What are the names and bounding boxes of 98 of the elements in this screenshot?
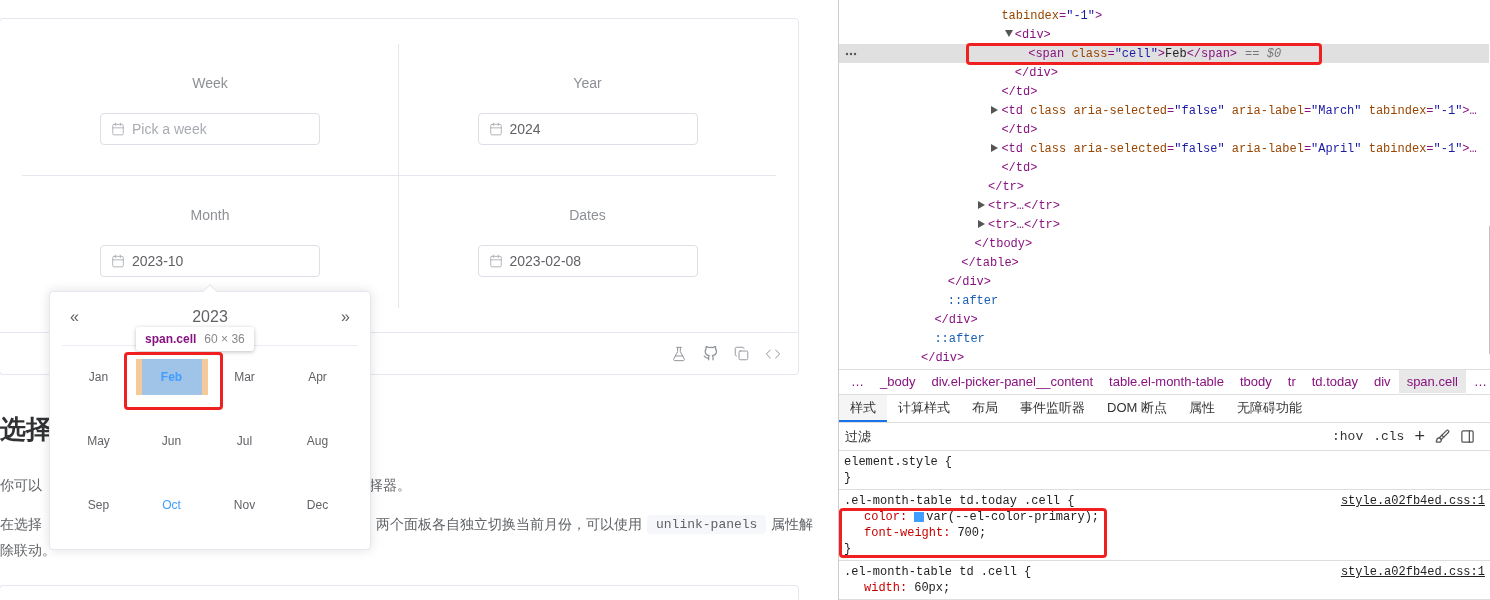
- paragraph-text: 两个面板各自独立切换当前月份，可以使用: [376, 515, 642, 534]
- paragraph-text: 在选择: [0, 515, 42, 534]
- tooltip-size: 60 × 36: [204, 332, 245, 346]
- expand-arrow-icon[interactable]: [978, 201, 985, 209]
- field-label: Week: [192, 74, 228, 92]
- panel-tab[interactable]: 计算样式: [887, 395, 961, 423]
- css-brace: }: [844, 541, 852, 557]
- dom-line: </div>: [921, 350, 965, 365]
- paragraph-text: 除联动。: [0, 541, 56, 560]
- month-cell[interactable]: May: [62, 423, 135, 459]
- stylesheet-link[interactable]: style.a02fb4ed.css:1: [1340, 493, 1485, 509]
- dom-line: <tr>…</tr>: [988, 217, 1060, 232]
- calendar-icon: [111, 122, 125, 136]
- css-selector: element.style {: [844, 454, 953, 470]
- breadcrumb-item[interactable]: div.el-picker-panel__content: [923, 370, 1102, 394]
- expand-arrow-icon[interactable]: [991, 106, 999, 114]
- css-property: width:: [864, 580, 908, 596]
- flask-icon[interactable]: [671, 345, 687, 362]
- calendar-icon: [488, 122, 503, 136]
- css-value: 60px;: [914, 580, 951, 596]
- dom-line: </tr>: [988, 179, 1024, 194]
- dom-line: <div>: [1014, 27, 1051, 42]
- dom-line: </tbody>: [974, 236, 1033, 251]
- breadcrumb-item[interactable]: td.today: [1303, 370, 1366, 394]
- calendar-icon: [111, 254, 125, 268]
- month-cell[interactable]: Apr: [281, 359, 354, 395]
- collapse-arrow-icon[interactable]: [1004, 30, 1013, 37]
- year-label[interactable]: 2023: [192, 308, 228, 326]
- css-selector: .el-month-table td.today .cell {: [844, 493, 1075, 509]
- dom-line: </div>: [1014, 65, 1058, 80]
- css-property: font-weight:: [864, 525, 951, 541]
- paragraph-text: 你可以: [0, 476, 42, 495]
- date-picker-field[interactable]: Pick a week: [100, 113, 320, 145]
- dom-marker: == $0: [1245, 46, 1282, 61]
- breadcrumb-overflow[interactable]: …: [843, 370, 872, 394]
- css-selector: .el-month-table td .cell {: [844, 564, 1032, 580]
- date-picker-field[interactable]: 2024: [477, 113, 698, 145]
- dom-line: ::after: [947, 293, 999, 308]
- color-swatch[interactable]: [914, 512, 925, 522]
- month-cell[interactable]: Jan: [62, 359, 135, 395]
- panel-tab[interactable]: 事件监听器: [1009, 395, 1096, 423]
- brush-icon[interactable]: [1434, 429, 1450, 445]
- field-label: Month: [190, 206, 230, 224]
- breadcrumb-overflow[interactable]: …: [1465, 370, 1490, 394]
- class-toggle[interactable]: .cls: [1373, 429, 1405, 445]
- panel-tab[interactable]: 样式: [839, 395, 887, 423]
- month-cell[interactable]: Aug: [281, 423, 354, 459]
- previous-year-button[interactable]: «: [70, 308, 79, 326]
- dom-line: <tr>…</tr>: [988, 198, 1060, 213]
- dom-line: </div>: [947, 274, 991, 289]
- breadcrumb-item[interactable]: span.cell: [1398, 370, 1466, 394]
- dom-line: ::after: [934, 331, 985, 346]
- sidebar-toggle-icon[interactable]: [1459, 429, 1475, 445]
- dom-line: </div>: [934, 312, 978, 327]
- new-rule-button[interactable]: +: [1414, 426, 1425, 448]
- month-cell[interactable]: Jul: [208, 423, 281, 459]
- breadcrumb-item[interactable]: div: [1366, 370, 1399, 394]
- dom-line: </table>: [961, 255, 1019, 270]
- css-brace: }: [844, 470, 852, 486]
- code-snippet: unlink-panels: [647, 514, 767, 534]
- breadcrumb-item[interactable]: _body: [872, 370, 924, 394]
- paragraph-text: 属性解: [771, 515, 814, 534]
- dom-line: </td>: [1001, 122, 1038, 137]
- panel-tab[interactable]: 属性: [1177, 395, 1226, 423]
- breadcrumb-item[interactable]: tbody: [1231, 370, 1280, 394]
- section-heading: 选择: [0, 413, 52, 446]
- stylesheet-link[interactable]: style.a02fb4ed.css:1: [1340, 564, 1485, 580]
- dom-line: </td>: [1001, 84, 1038, 99]
- dom-line: tabindex="-1">: [1001, 8, 1103, 23]
- panel-tab[interactable]: 布局: [961, 395, 1009, 423]
- month-cell[interactable]: Sep: [62, 487, 135, 523]
- css-property: color:: [864, 509, 908, 525]
- field-label: Dates: [569, 206, 606, 224]
- panel-tab[interactable]: DOM 断点: [1096, 395, 1178, 423]
- css-value: var(--el-color-primary);: [926, 509, 1100, 525]
- breadcrumb-item[interactable]: table.el-month-table: [1101, 370, 1232, 394]
- dom-line: <span class="cell">Feb</span>: [1028, 46, 1238, 61]
- next-year-button[interactable]: »: [341, 308, 350, 326]
- month-cell[interactable]: Mar: [208, 359, 281, 395]
- dom-line: <td class aria-selected="false" aria-label="March" tabindex="-1">…: [1001, 103, 1477, 118]
- month-cell[interactable]: Nov: [208, 487, 281, 523]
- month-cell[interactable]: Jun: [135, 423, 208, 459]
- dom-line: </td>: [1001, 160, 1038, 175]
- dom-line: <td class aria-selected="false" aria-label="April" tabindex="-1">…: [1001, 141, 1477, 156]
- expand-arrow-icon[interactable]: [991, 144, 999, 152]
- expand-arrow-icon[interactable]: [978, 220, 985, 228]
- calendar-icon: [488, 254, 503, 268]
- date-picker-field[interactable]: 2023-10: [100, 245, 320, 277]
- github-icon[interactable]: [703, 346, 718, 361]
- hover-state-toggle[interactable]: :hov: [1332, 429, 1364, 445]
- field-label: Year: [573, 74, 602, 92]
- tooltip-selector: span.cell: [145, 332, 197, 346]
- css-value: 700;: [957, 525, 987, 541]
- date-picker-field[interactable]: 2023-02-08: [477, 245, 698, 277]
- more-icon[interactable]: [845, 52, 857, 56]
- panel-tab[interactable]: 无障碍功能: [1225, 395, 1313, 423]
- breadcrumb-item[interactable]: tr: [1279, 370, 1304, 394]
- month-cell[interactable]: Dec: [281, 487, 354, 523]
